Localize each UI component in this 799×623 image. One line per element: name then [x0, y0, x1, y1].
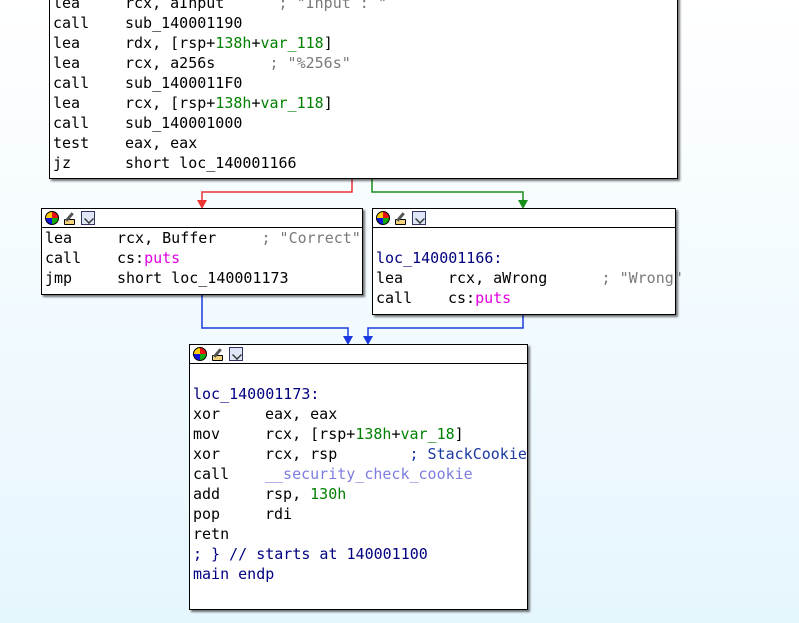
function-end-comment: ; } // starts at 140001100: [193, 545, 428, 563]
color-icon[interactable]: [193, 347, 207, 361]
code-block-wrong[interactable]: loc_140001166: lea rcx, aWrong ; "Wrong" …: [372, 208, 683, 315]
instruction-line[interactable]: call sub_140001190: [53, 13, 677, 33]
instruction-line[interactable]: xor eax, eax: [193, 404, 527, 424]
function-end-directive: main endp: [193, 565, 275, 583]
instruction-line[interactable]: lea rdx, [rsp+138h+var_118]: [53, 33, 677, 53]
instruction-line[interactable]: add rsp, 130h: [193, 484, 527, 504]
block-header: [373, 209, 675, 228]
code-block-epilogue[interactable]: loc_140001173: xor eax, eax mov rcx, [rsp+…: [189, 344, 528, 610]
edge-left-to-bottom: [201, 294, 349, 341]
rename-icon[interactable]: [394, 211, 408, 225]
instruction-line[interactable]: lea rcx, a256s ; "%256s": [53, 53, 677, 73]
graph-overview-icon[interactable]: [81, 211, 95, 225]
instruction-line[interactable]: call __security_check_cookie: [193, 464, 527, 484]
graph-overview-icon[interactable]: [412, 211, 426, 225]
instruction-line[interactable]: mov rcx, [rsp+138h+var_18]: [193, 424, 527, 444]
code-block-main-top[interactable]: lea rcx, aInput ; "Input : " call sub_14000…: [49, 0, 678, 179]
instruction-line[interactable]: lea rcx, Buffer ; "Correct": [45, 228, 362, 248]
instruction-line[interactable]: jz short loc_140001166: [53, 153, 677, 173]
edge-taken-red: [201, 178, 353, 205]
color-icon[interactable]: [376, 211, 390, 225]
top-block-code: lea rcx, aInput ; "Input : " call sub_14000…: [50, 0, 677, 173]
instruction-line[interactable]: call sub_1400011F0: [53, 73, 677, 93]
instruction-line[interactable]: lea rcx, aInput ; "Input : ": [53, 0, 677, 13]
instruction-line[interactable]: call sub_140001000: [53, 113, 677, 133]
instruction-line[interactable]: call cs:puts: [376, 288, 675, 308]
instruction-line[interactable]: lea rcx, [rsp+138h+var_118]: [53, 93, 677, 113]
block-header: [190, 345, 527, 364]
block-header: [42, 209, 362, 228]
edge-right-to-bottom: [367, 314, 524, 341]
rename-icon[interactable]: [63, 211, 77, 225]
instruction-line[interactable]: xor rcx, rsp ; StackCookie: [193, 444, 527, 464]
edge-fallthrough-green: [371, 178, 524, 205]
instruction-line[interactable]: jmp short loc_140001173: [45, 268, 362, 288]
instruction-line[interactable]: pop rdi: [193, 504, 527, 524]
color-icon[interactable]: [45, 211, 59, 225]
block-label[interactable]: loc_140001166:: [376, 248, 675, 268]
rename-icon[interactable]: [211, 347, 225, 361]
instruction-line[interactable]: retn: [193, 524, 527, 544]
block-label[interactable]: loc_140001173:: [193, 384, 527, 404]
instruction-line[interactable]: lea rcx, aWrong ; "Wrong": [376, 268, 683, 288]
graph-overview-icon[interactable]: [229, 347, 243, 361]
code-block-correct[interactable]: lea rcx, Buffer ; "Correct" call cs:puts j…: [41, 208, 363, 295]
instruction-line[interactable]: test eax, eax: [53, 133, 677, 153]
instruction-line[interactable]: call cs:puts: [45, 248, 362, 268]
